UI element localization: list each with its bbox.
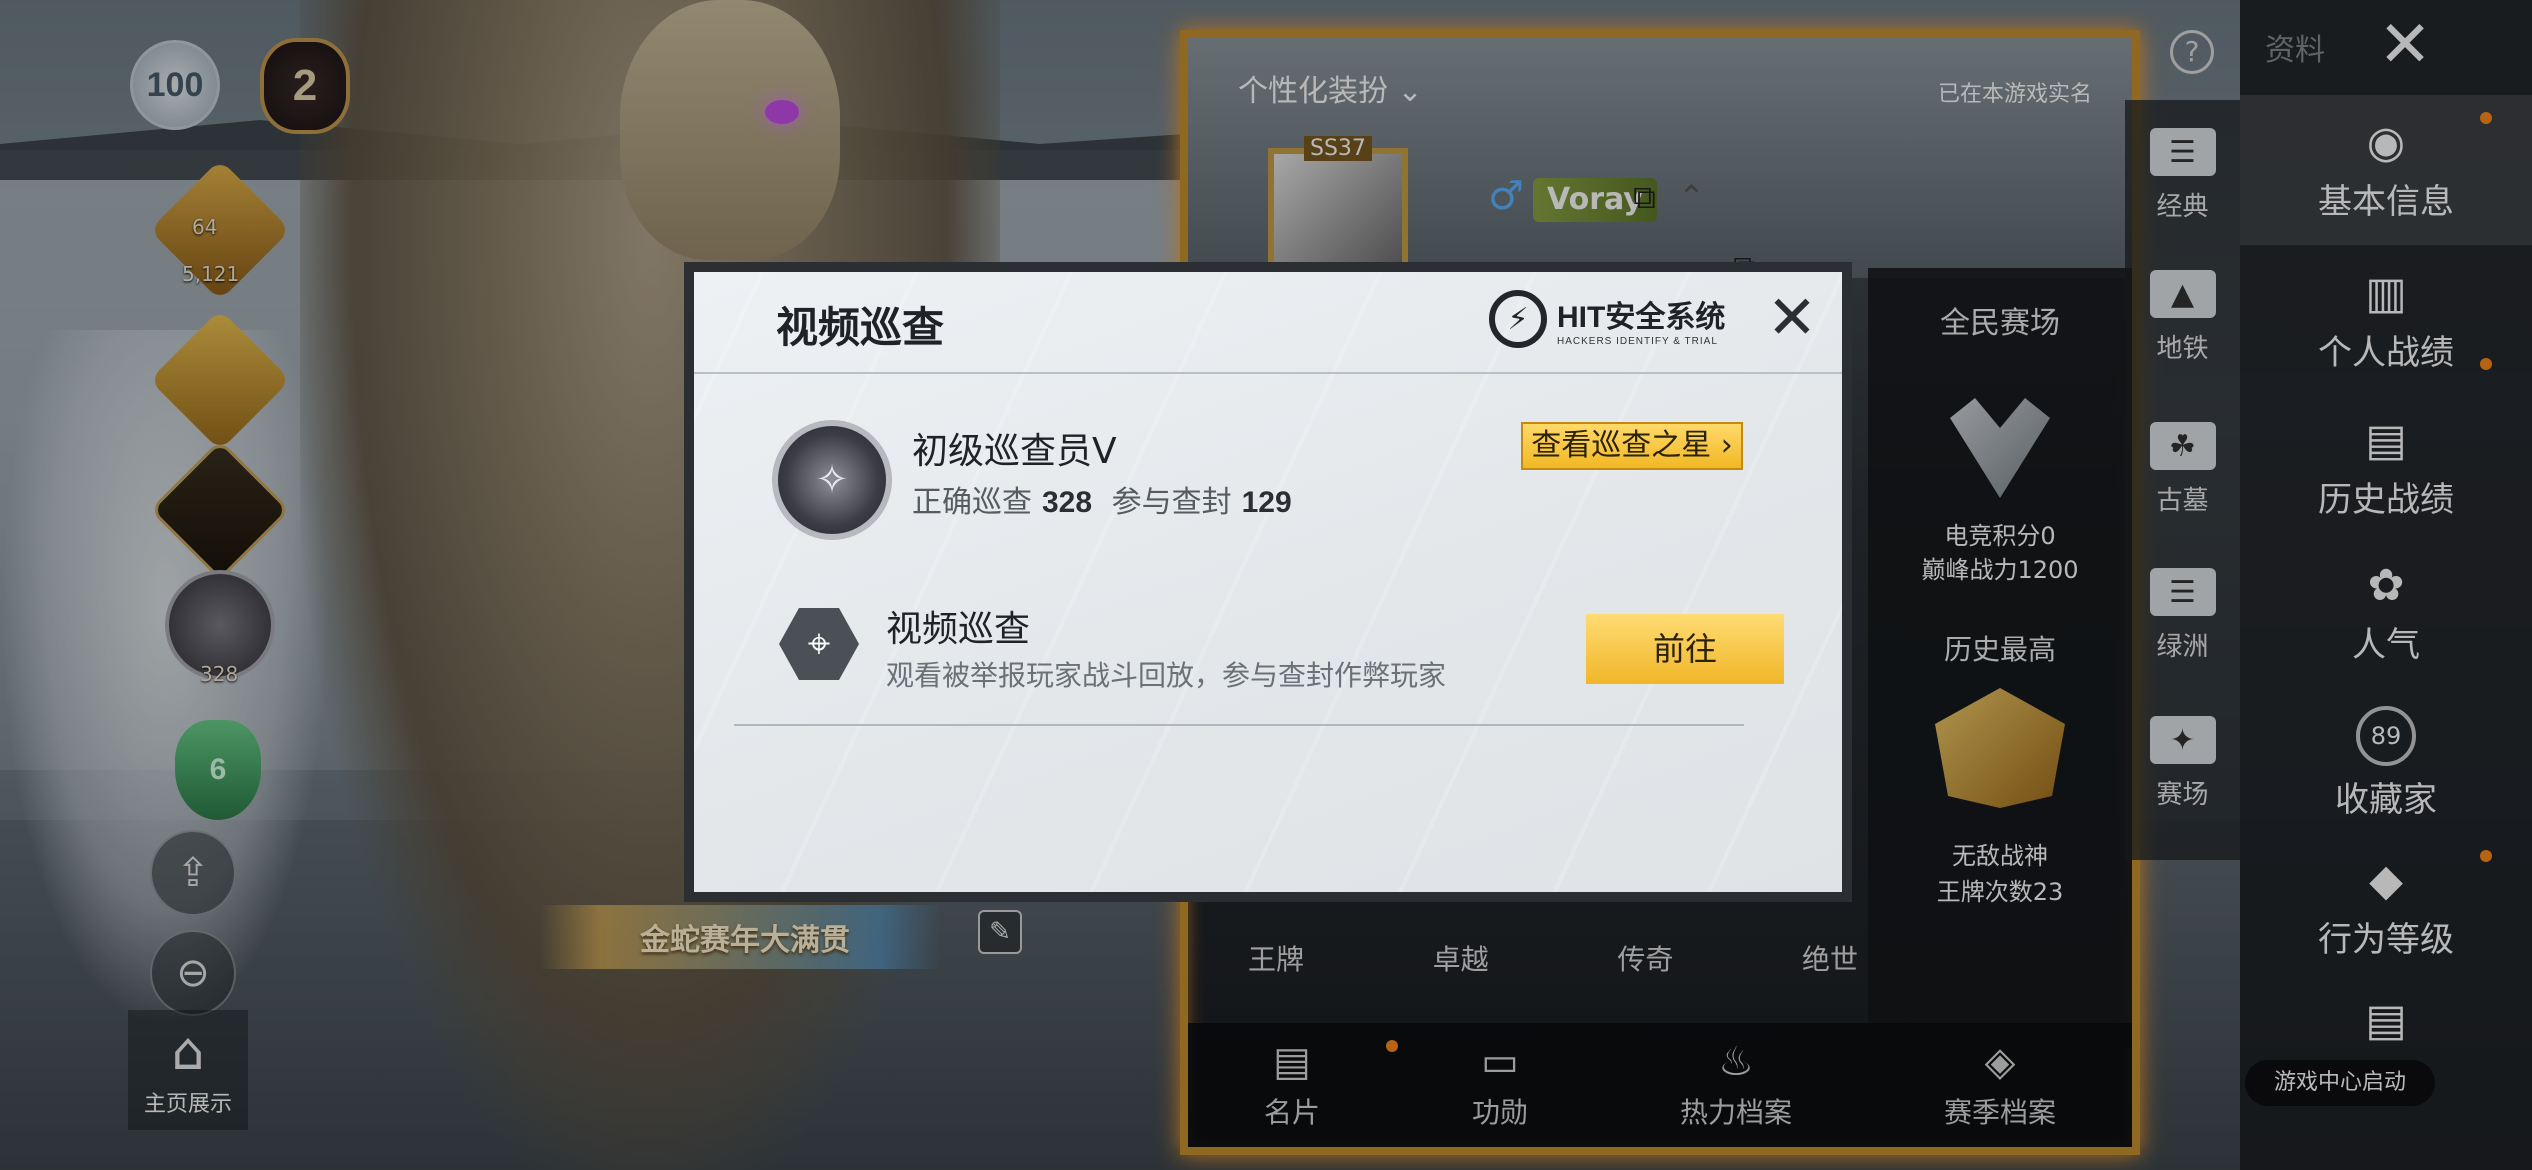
patroller-rank-name: 初级巡查员V: [912, 431, 1117, 472]
ban-participation-value: 129: [1241, 486, 1292, 519]
go-button-label: 前往: [1652, 630, 1717, 668]
hit-logo-icon: ⚡: [1489, 290, 1547, 348]
patroller-stats: 正确巡查 328 参与查封 129: [912, 477, 1302, 521]
dialog-body: 视频巡查 ⚡ HIT安全系统 HACKERS IDENTIFY & TRIAL …: [694, 272, 1842, 892]
divider: [734, 724, 1744, 726]
hit-security-logo: ⚡ HIT安全系统 HACKERS IDENTIFY & TRIAL: [1489, 290, 1725, 348]
correct-patrol-label: 正确巡查: [912, 485, 1032, 520]
divider: [694, 372, 1842, 374]
patroller-rank-badge: ✧: [772, 420, 892, 540]
hit-logo-subtext: HACKERS IDENTIFY & TRIAL: [1557, 335, 1718, 347]
view-patrol-star-button[interactable]: 查看巡查之星 ›: [1521, 422, 1743, 470]
video-patrol-task: ⌖ 视频巡查 观看被举报玩家战斗回放，参与查封作弊玩家 前往: [734, 592, 1784, 712]
chevron-right-icon: ›: [1711, 428, 1733, 463]
patroller-badge-icon: ✧: [815, 457, 849, 503]
dialog-close-button[interactable]: ✕: [1762, 288, 1822, 350]
task-description: 观看被举报玩家战斗回放，参与查封作弊玩家: [886, 659, 1447, 692]
correct-patrol-value: 328: [1042, 486, 1093, 519]
close-icon: ✕: [1766, 283, 1818, 353]
go-button[interactable]: 前往: [1586, 614, 1784, 684]
task-title: 视频巡查: [886, 609, 1031, 650]
ban-participation-label: 参与查封: [1111, 485, 1232, 520]
hit-logo-text: HIT安全系统: [1557, 300, 1726, 334]
video-patrol-dialog: 视频巡查 ⚡ HIT安全系统 HACKERS IDENTIFY & TRIAL …: [684, 262, 1852, 902]
view-patrol-star-label: 查看巡查之星: [1531, 428, 1712, 463]
dialog-title: 视频巡查: [776, 303, 945, 352]
crosshair-icon: ⌖: [779, 608, 859, 680]
